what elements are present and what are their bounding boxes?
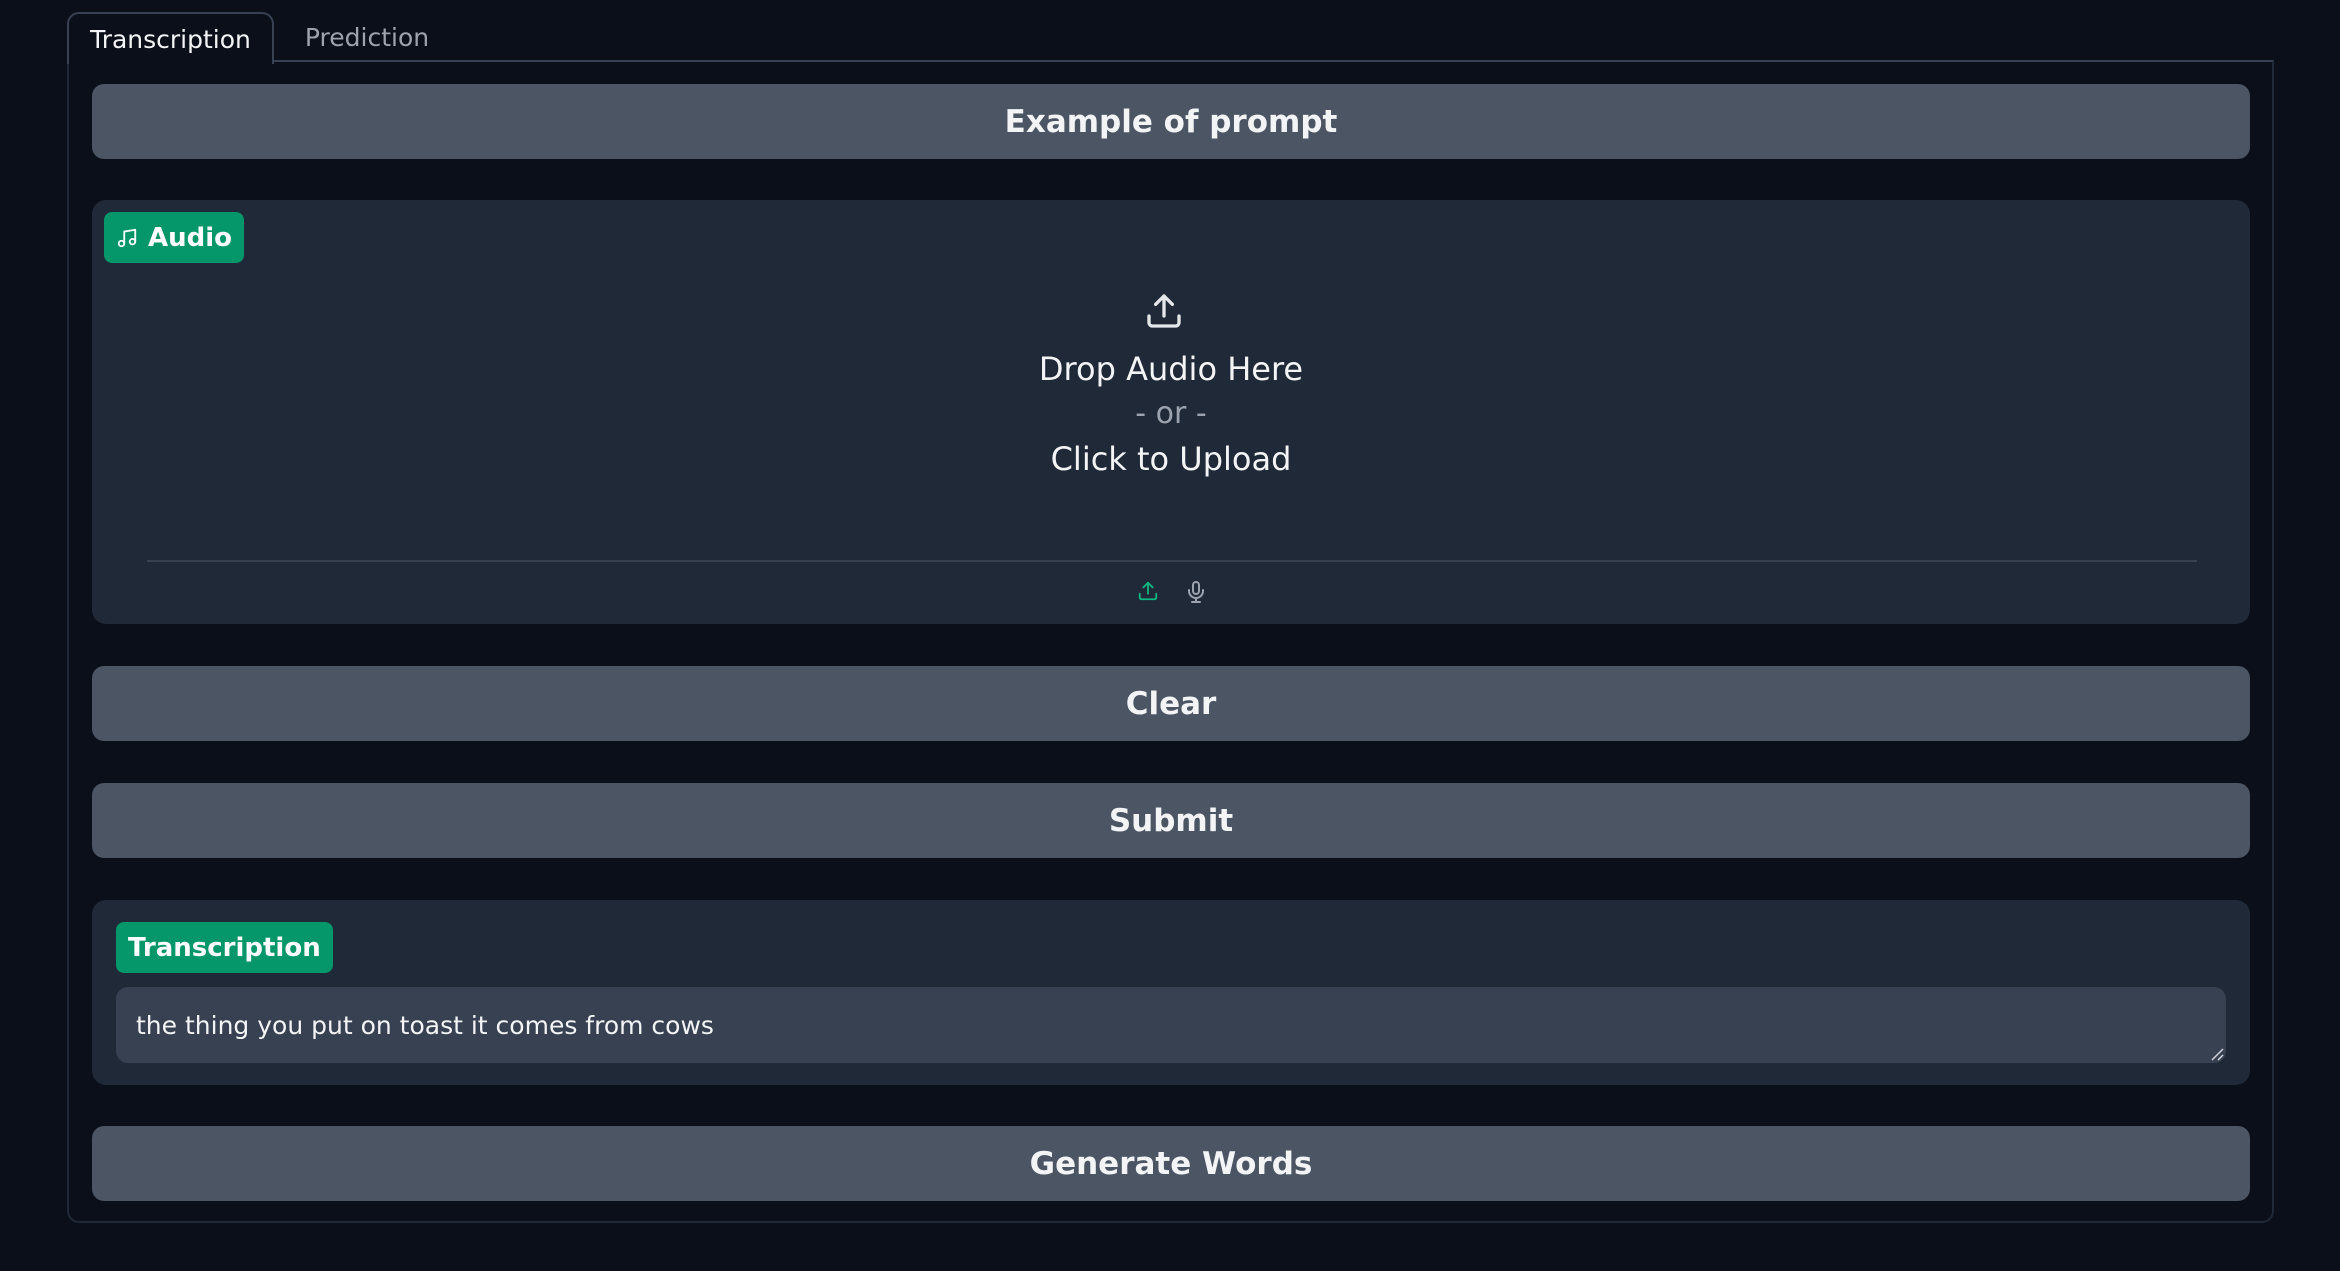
transcription-output: Transcription the thing you put on toast… — [92, 900, 2250, 1085]
tab-bar: Transcription Prediction — [67, 12, 2274, 64]
upload-source-icon[interactable] — [1137, 580, 1159, 602]
transcription-value: the thing you put on toast it comes from… — [136, 1010, 714, 1040]
click-to-upload-text: Click to Upload — [1050, 440, 1292, 478]
example-prompt-button[interactable]: Example of prompt — [92, 84, 2250, 159]
transcription-label: Transcription — [116, 922, 333, 973]
transcription-textarea[interactable]: the thing you put on toast it comes from… — [116, 987, 2226, 1063]
audio-label-text: Audio — [148, 222, 233, 253]
music-note-icon — [117, 228, 137, 247]
resize-handle-icon[interactable] — [2208, 1045, 2224, 1061]
generate-words-button[interactable]: Generate Words — [92, 1126, 2250, 1201]
microphone-icon[interactable] — [1184, 580, 1208, 604]
upload-icon — [1147, 294, 1181, 328]
audio-label: Audio — [104, 212, 245, 263]
audio-dropzone[interactable]: Drop Audio Here - or - Click to Upload — [92, 280, 2250, 680]
tab-transcription[interactable]: Transcription — [67, 12, 274, 64]
or-separator-text: - or - — [1135, 396, 1207, 431]
drop-audio-text: Drop Audio Here — [1038, 350, 1304, 388]
audio-input: Audio Drop Audio Here - or - Click to Up… — [92, 200, 2250, 624]
audio-source-divider — [147, 560, 2197, 562]
submit-button[interactable]: Submit — [92, 783, 2250, 858]
clear-button[interactable]: Clear — [92, 666, 2250, 741]
tab-prediction[interactable]: Prediction — [297, 12, 437, 62]
